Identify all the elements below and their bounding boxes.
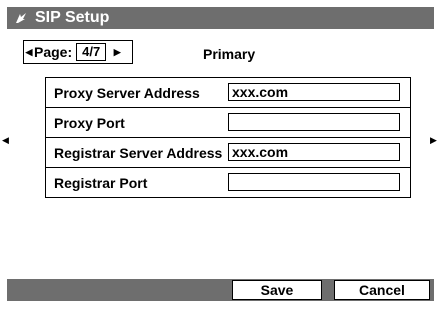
page-label: Page: [34, 44, 73, 60]
registrar-server-address-input[interactable] [228, 143, 400, 161]
sip-setup-screen: SIP Setup ◀ Page: 4/7 ▶ Primary Proxy Se… [0, 0, 442, 309]
proxy-port-input[interactable] [228, 113, 400, 131]
save-button[interactable]: Save [232, 280, 322, 300]
bottom-bar: Save Cancel [7, 279, 434, 301]
settings-form: Proxy Server Address Proxy Port Registra… [45, 77, 411, 198]
scroll-left-icon[interactable]: ◀ [2, 135, 9, 146]
content-area: ◀ Page: 4/7 ▶ Primary Proxy Server Addre… [7, 29, 434, 279]
scroll-right-icon[interactable]: ▶ [430, 135, 437, 146]
registrar-port-input[interactable] [228, 173, 400, 191]
triangle-left-icon[interactable]: ◀ [24, 47, 34, 58]
page-selector[interactable]: ◀ Page: 4/7 ▶ [23, 40, 133, 64]
window-title: SIP Setup [35, 9, 110, 26]
proxy-server-address-input[interactable] [228, 83, 400, 101]
field-label: Registrar Server Address [54, 144, 223, 161]
page-value[interactable]: 4/7 [76, 43, 107, 61]
field-label: Proxy Server Address [54, 84, 200, 101]
cancel-button[interactable]: Cancel [334, 280, 430, 300]
field-row-registrar-port: Registrar Port [46, 168, 410, 198]
title-bar: SIP Setup [7, 7, 434, 29]
field-label: Registrar Port [54, 174, 148, 191]
section-title: Primary [203, 46, 256, 62]
field-row-registrar-server-address: Registrar Server Address [46, 138, 410, 168]
field-row-proxy-server-address: Proxy Server Address [46, 78, 410, 108]
field-label: Proxy Port [54, 114, 125, 131]
gear-icon [13, 10, 29, 26]
triangle-right-icon[interactable]: ▶ [112, 47, 122, 58]
field-row-proxy-port: Proxy Port [46, 108, 410, 138]
